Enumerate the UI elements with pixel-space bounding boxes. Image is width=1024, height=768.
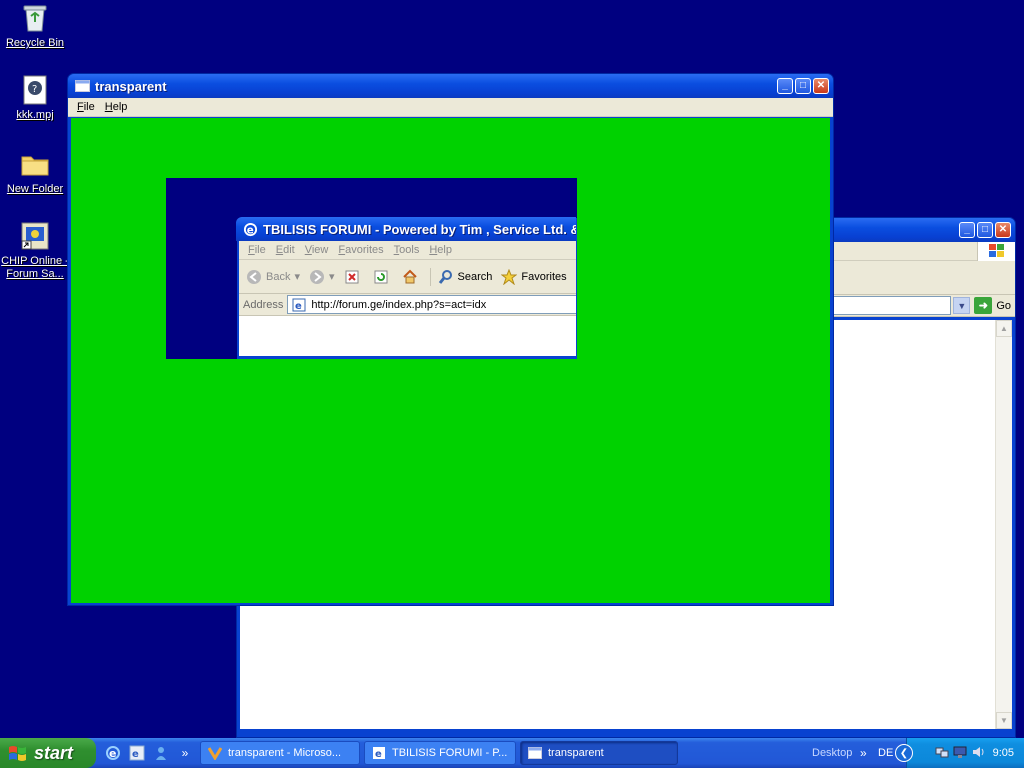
transparent-menu-bar: File Help <box>68 98 833 117</box>
window-icon <box>527 745 543 761</box>
ie-icon: e <box>371 745 387 761</box>
task-tbilisis-forumi[interactable]: e TBILISIS FORUMI - P... <box>364 741 516 765</box>
address-dropdown-button[interactable]: ▼ <box>953 297 971 314</box>
folder-icon <box>19 148 51 180</box>
shortcut-icon <box>19 220 51 252</box>
desktop-icon-label: kkk.mpj <box>16 109 54 121</box>
tray-volume-icon[interactable] <box>971 745 985 762</box>
windows-flag-icon <box>9 746 26 761</box>
desktop-icon-new-folder[interactable]: New Folder <box>0 148 72 196</box>
go-button[interactable]: ➜ Go <box>974 297 1011 314</box>
start-label: start <box>34 742 74 763</box>
desktop-icon-recycle-bin[interactable]: Recycle Bin <box>0 2 72 50</box>
minimize-button[interactable]: _ <box>777 78 793 94</box>
svg-text:?: ? <box>32 84 37 95</box>
quick-launch: e e » <box>104 744 194 762</box>
clock[interactable]: 9:05 <box>993 747 1014 759</box>
green-canvas[interactable] <box>71 118 830 603</box>
chevron-right-icon[interactable]: » <box>860 746 867 760</box>
close-button[interactable]: ✕ <box>995 222 1011 238</box>
taskbar: start e e » transparent - Microso... e T… <box>0 738 1024 768</box>
svg-text:e: e <box>375 749 382 760</box>
menu-help[interactable]: Help <box>100 101 133 113</box>
desktop-toolbar-label[interactable]: Desktop <box>812 747 852 759</box>
desktop-icon-kkk-mpj[interactable]: ? kkk.mpj <box>0 74 72 122</box>
transparent-title: transparent <box>95 78 167 94</box>
transparent-cutout <box>166 178 577 359</box>
task-transparent-microsoft[interactable]: transparent - Microso... <box>200 741 360 765</box>
vb-app-icon <box>207 745 223 761</box>
desktop-icon-label: Recycle Bin <box>5 37 65 49</box>
vertical-scrollbar[interactable]: ▲ ▼ <box>995 320 1012 729</box>
desktop-icon-label: CHIP Online - Forum Sa... <box>1 255 69 280</box>
go-arrow-icon: ➜ <box>974 297 993 314</box>
svg-text:e: e <box>109 747 116 760</box>
tray-expand-icon[interactable]: ❮ <box>895 744 913 762</box>
system-tray: ❮ 9:05 <box>895 738 1024 768</box>
messenger-quicklaunch-icon[interactable] <box>152 744 170 762</box>
scroll-down-arrow-icon[interactable]: ▼ <box>996 712 1012 729</box>
task-transparent[interactable]: transparent <box>520 741 678 765</box>
project-file-icon: ? <box>19 74 51 106</box>
minimize-button[interactable]: _ <box>959 222 975 238</box>
scroll-up-arrow-icon[interactable]: ▲ <box>996 320 1012 337</box>
cutout-browser-view <box>237 218 577 359</box>
close-button[interactable]: ✕ <box>813 78 829 94</box>
desktop-icon-chip-online[interactable]: CHIP Online - Forum Sa... <box>0 220 72 281</box>
start-button[interactable]: start <box>0 738 96 768</box>
tray-monitor-icon[interactable] <box>953 745 967 762</box>
svg-text:e: e <box>132 749 139 760</box>
ie-quicklaunch-icon[interactable]: e <box>104 744 122 762</box>
menu-file[interactable]: File <box>72 101 100 113</box>
recycle-bin-icon <box>19 2 51 34</box>
tray-network-icon[interactable] <box>935 745 949 762</box>
window-icon <box>74 78 90 94</box>
transparent-window[interactable]: transparent _ □ ✕ File Help <box>67 73 834 606</box>
language-indicator[interactable]: DE <box>878 747 893 759</box>
maximize-button[interactable]: □ <box>977 222 993 238</box>
transparent-title-bar[interactable]: transparent _ □ ✕ <box>68 74 833 98</box>
desktop-icon-label: New Folder <box>6 183 64 195</box>
chevron-right-icon[interactable]: » <box>176 744 194 762</box>
maximize-button[interactable]: □ <box>795 78 811 94</box>
ie-alt-quicklaunch-icon[interactable]: e <box>128 744 146 762</box>
windows-logo-icon <box>977 241 1015 261</box>
